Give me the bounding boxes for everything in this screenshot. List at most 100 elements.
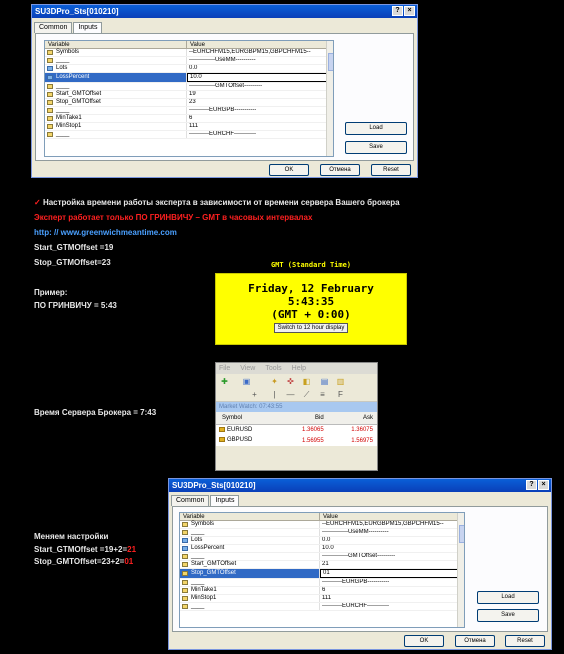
table-row[interactable]: GBPUSD 1.56955 1.56975 (216, 435, 377, 446)
value-cell[interactable]: 23 (187, 99, 333, 106)
help-icon[interactable]: ? (392, 6, 403, 16)
table-row[interactable]: EURUSD 1.36065 1.36075 (216, 424, 377, 435)
symbol-icon (219, 437, 225, 443)
input-row[interactable]: Stop_GMTOffset 23 (45, 99, 333, 107)
menu-help[interactable]: Help (292, 363, 306, 374)
ok-button[interactable]: OK (269, 164, 309, 176)
value-cell[interactable]: 6 (320, 587, 464, 594)
fibonacci-icon[interactable]: F (336, 390, 345, 399)
close-icon[interactable]: × (404, 6, 415, 16)
value-cell[interactable]: 21 (320, 561, 464, 568)
value-cell[interactable]: 10.0 (320, 545, 464, 552)
variable-label: Lots (56, 65, 68, 71)
variable-label: ____ (191, 603, 205, 609)
input-row[interactable]: MinTake1 6 (180, 587, 464, 595)
input-row[interactable]: ____ -------------UseMM---------- (180, 529, 464, 537)
profiles-icon[interactable]: ▣ (242, 377, 251, 386)
input-row[interactable]: MinStop1 111 (180, 595, 464, 603)
navigator-icon[interactable]: ✜ (286, 377, 295, 386)
menu-file[interactable]: File (219, 363, 230, 374)
input-row[interactable]: ____ -------------GMTOffset--------- (180, 553, 464, 561)
reset-button[interactable]: Reset (505, 635, 545, 647)
cancel-button[interactable]: Отмена (455, 635, 495, 647)
value-cell[interactable]: -------------GMTOffset--------- (320, 553, 464, 560)
value-cell[interactable]: 10.0 (187, 73, 333, 82)
dialog-title: SU3DPro_Sts[010210] (35, 7, 119, 16)
trendline-icon[interactable]: ⟋ (302, 390, 311, 399)
value-cell[interactable]: --EURCHFM15,EURGBPM15,GBPCHFM15-- (187, 49, 333, 56)
input-row[interactable]: ____ ----------EURGPB----------- (180, 579, 464, 587)
input-row[interactable]: Symbols --EURCHFM15,EURGBPM15,GBPCHFM15-- (45, 49, 333, 57)
channel-icon[interactable]: ≡ (318, 390, 327, 399)
value-cell[interactable]: --EURCHFM15,EURGBPM15,GBPCHFM15-- (320, 521, 464, 528)
terminal-icon[interactable]: ◧ (302, 377, 311, 386)
input-row[interactable]: LossPercent 10.0 (45, 73, 333, 83)
input-row[interactable]: Lots 0.0 (45, 65, 333, 73)
input-row[interactable]: Start_GMTOffset 19 (45, 91, 333, 99)
value-cell[interactable]: ----------EURCHF----------- (187, 131, 333, 138)
variable-cell: Symbols (180, 521, 320, 528)
input-row[interactable]: MinTake1 6 (45, 115, 333, 123)
input-row[interactable]: ____ -------------GMTOffset--------- (45, 83, 333, 91)
grid-scrollbar[interactable] (457, 513, 464, 627)
value-cell[interactable]: ----------EURGPB----------- (320, 579, 464, 586)
reset-button[interactable]: Reset (371, 164, 411, 176)
market-watch-table: Symbol Bid Ask EURUSD 1.36065 1.36075 GB… (216, 412, 377, 446)
value-cell[interactable]: 0.0 (187, 65, 333, 72)
input-row[interactable]: Lots 0.0 (180, 537, 464, 545)
input-row[interactable]: Symbols --EURCHFM15,EURGBPM15,GBPCHFM15-- (180, 521, 464, 529)
vertical-line-icon[interactable]: | (270, 390, 279, 399)
menu-tools[interactable]: Tools (265, 363, 281, 374)
tester-icon[interactable]: ▤ (320, 377, 329, 386)
switch-12h-button[interactable]: Switch to 12 hour display (273, 323, 349, 333)
input-row[interactable]: ____ -------------UseMM---------- (45, 57, 333, 65)
input-row[interactable]: MinStop1 111 (45, 123, 333, 131)
horizontal-line-icon[interactable]: — (286, 390, 295, 399)
help-icon[interactable]: ? (526, 480, 537, 490)
load-button[interactable]: Load (345, 122, 407, 135)
cancel-button[interactable]: Отмена (320, 164, 360, 176)
value-cell[interactable]: -------------UseMM---------- (187, 57, 333, 64)
input-row[interactable]: ____ ----------EURCHF----------- (45, 131, 333, 139)
tab-common[interactable]: Common (171, 495, 210, 506)
save-button[interactable]: Save (477, 609, 539, 622)
parameter-icon (47, 75, 53, 80)
input-row[interactable]: ____ ----------EURCHF----------- (180, 603, 464, 611)
input-row[interactable]: Stop_GMTOffset 01 (180, 569, 464, 579)
col-bid[interactable]: Bid (278, 412, 328, 425)
value-cell[interactable]: 6 (187, 115, 333, 122)
load-button[interactable]: Load (477, 591, 539, 604)
variable-label: MinTake1 (56, 115, 82, 121)
value-cell[interactable]: 0.0 (320, 537, 464, 544)
grid-header: Variable Value (45, 41, 333, 49)
grid-scrollbar[interactable] (326, 41, 333, 156)
value-cell[interactable]: 19 (187, 91, 333, 98)
value-cell[interactable]: ----------EURCHF----------- (320, 603, 464, 610)
input-row[interactable]: LossPercent 10.0 (180, 545, 464, 553)
col-ask[interactable]: Ask (327, 412, 377, 425)
variable-cell: ____ (180, 553, 320, 560)
col-symbol[interactable]: Symbol (216, 412, 279, 425)
value-cell[interactable]: -------------UseMM---------- (320, 529, 464, 536)
ok-button[interactable]: OK (404, 635, 444, 647)
menu-bar: File View Tools Help (216, 363, 377, 374)
input-row[interactable]: Start_GMTOffset 21 (180, 561, 464, 569)
close-icon[interactable]: × (538, 480, 549, 490)
value-cell[interactable]: 111 (320, 595, 464, 602)
market-watch-icon[interactable]: ✦ (270, 377, 279, 386)
tab-common[interactable]: Common (34, 22, 73, 33)
input-row[interactable]: ____ ----------EURGPB----------- (45, 107, 333, 115)
chart-window-icon[interactable]: ▥ (336, 377, 345, 386)
variable-cell: ____ (45, 131, 187, 138)
value-cell[interactable]: 01 (320, 569, 464, 578)
variable-label: ____ (191, 579, 205, 585)
value-cell[interactable]: ----------EURGPB----------- (187, 107, 333, 114)
crosshair-icon[interactable]: + (250, 390, 259, 399)
value-cell[interactable]: -------------GMTOffset--------- (187, 83, 333, 90)
gmt-time: 5:43:35 (287, 295, 335, 308)
menu-view[interactable]: View (240, 363, 255, 374)
value-cell[interactable]: 111 (187, 123, 333, 130)
new-chart-icon[interactable]: ✚ (220, 377, 229, 386)
greenwich-link[interactable]: http: // www.greenwichmeantime.com (34, 228, 177, 237)
save-button[interactable]: Save (345, 141, 407, 154)
